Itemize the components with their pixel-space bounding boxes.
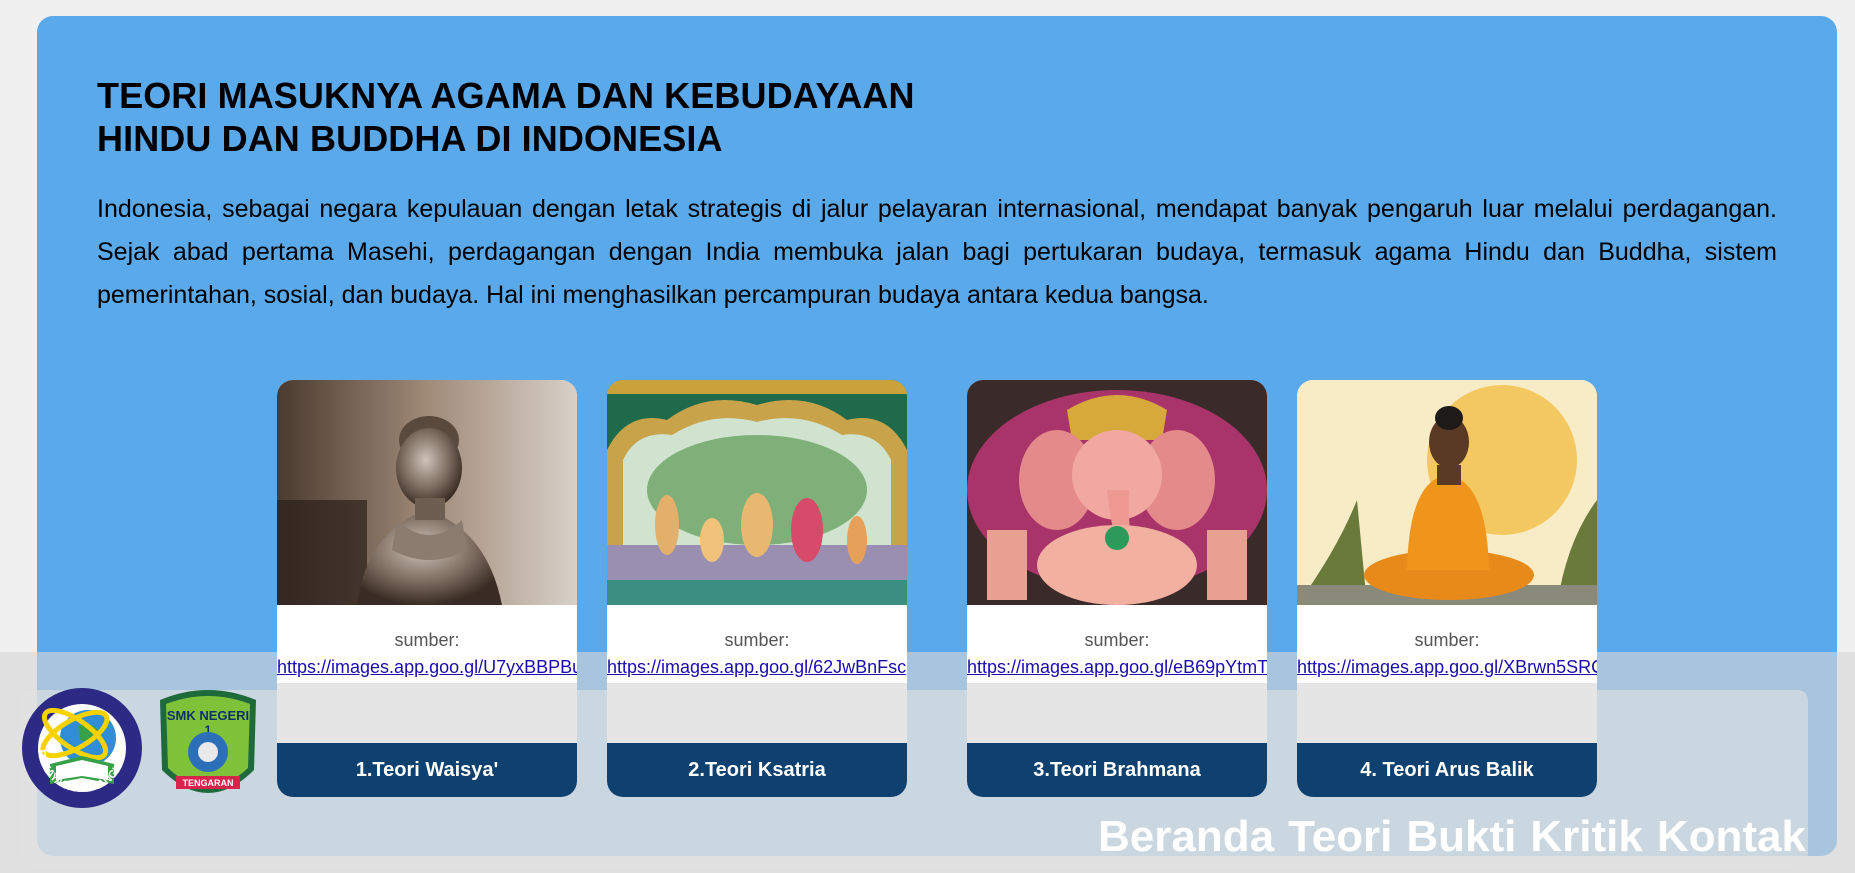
card-overlay-strip bbox=[967, 683, 1267, 747]
theory-card-brahmana: sumber: https://images.app.goo.gl/eB69pY… bbox=[967, 380, 1267, 797]
meditating-buddha-image bbox=[1297, 380, 1597, 605]
source-link[interactable]: https://images.app.goo.gl/eB69pYtmT bbox=[967, 657, 1267, 678]
ganesha-statue-image bbox=[967, 380, 1267, 605]
theory-card-waisya: sumber: https://images.app.goo.gl/U7yxBB… bbox=[277, 380, 577, 797]
nav-kontak[interactable]: Kontak bbox=[1657, 812, 1806, 862]
card-overlay-strip bbox=[277, 683, 577, 747]
nav-teori[interactable]: Teori bbox=[1288, 812, 1392, 862]
card-overlay-strip bbox=[607, 683, 907, 747]
theory-card-ksatria: sumber: https://images.app.goo.gl/62JwBn… bbox=[607, 380, 907, 797]
source-label: sumber: bbox=[1084, 630, 1150, 650]
theory-button-brahmana[interactable]: 3.Teori Brahmana bbox=[967, 743, 1267, 797]
page-title: TEORI MASUKNYA AGAMA DAN KEBUDAYAAN HIND… bbox=[97, 74, 915, 160]
hindu-relief-image bbox=[607, 380, 907, 605]
source-label: sumber: bbox=[394, 630, 460, 650]
theory-button-waisya[interactable]: 1.Teori Waisya' bbox=[277, 743, 577, 797]
title-line-1: TEORI MASUKNYA AGAMA DAN KEBUDAYAAN bbox=[97, 75, 915, 116]
theory-card-arus-balik: sumber: https://images.app.goo.gl/XBrwn5… bbox=[1297, 380, 1597, 797]
theory-button-ksatria[interactable]: 2.Teori Ksatria bbox=[607, 743, 907, 797]
source-link[interactable]: https://images.app.goo.gl/U7yxBBPBu bbox=[277, 657, 577, 678]
card-overlay-strip bbox=[1297, 683, 1597, 747]
intro-paragraph: Indonesia, sebagai negara kepulauan deng… bbox=[97, 195, 1777, 309]
svg-text:TENGARAN: TENGARAN bbox=[183, 778, 234, 788]
nav-beranda[interactable]: Beranda bbox=[1098, 812, 1274, 862]
title-line-2: HINDU DAN BUDDHA DI INDONESIA bbox=[97, 118, 723, 159]
source-link[interactable]: https://images.app.goo.gl/62JwBnFsc bbox=[607, 657, 907, 678]
rpl-logo-icon: REKAYASA PERANGKAT LUNAK bbox=[16, 677, 144, 815]
source-label: sumber: bbox=[1414, 630, 1480, 650]
nav-bukti[interactable]: Bukti bbox=[1406, 812, 1516, 862]
smk-logo-icon: SMK NEGERI 1 TENGARAN bbox=[150, 686, 266, 815]
theory-button-arus-balik[interactable]: 4. Teori Arus Balik bbox=[1297, 743, 1597, 797]
buddha-statue-image bbox=[277, 380, 577, 605]
main-navigation: Beranda Teori Bukti Kritik Kontak bbox=[1098, 812, 1806, 862]
source-link[interactable]: https://images.app.goo.gl/XBrwn5SRC bbox=[1297, 657, 1597, 678]
svg-text:SMK NEGERI: SMK NEGERI bbox=[167, 708, 249, 723]
nav-kritik[interactable]: Kritik bbox=[1530, 812, 1642, 862]
source-label: sumber: bbox=[724, 630, 790, 650]
